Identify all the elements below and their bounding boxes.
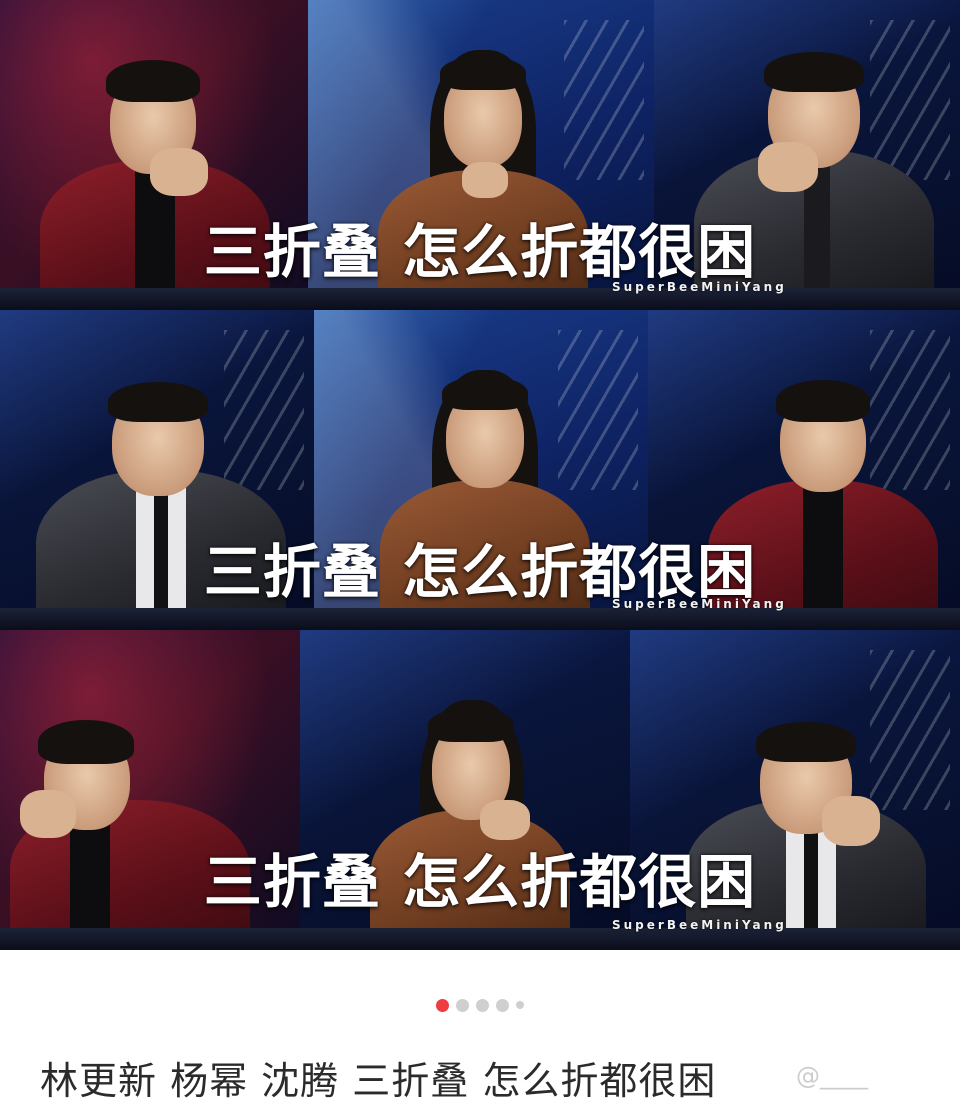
post-text: 林更新 杨幂 沈腾 三折叠 怎么折都很困 <box>40 1059 717 1101</box>
image-carousel[interactable]: 三折叠 怎么折都很困 SuperBeeMiniYang 三折叠 怎么折都很困 S… <box>0 0 960 950</box>
meme-row-3: 三折叠 怎么折都很困 SuperBeeMiniYang <box>0 630 960 950</box>
post-page: 三折叠 怎么折都很困 SuperBeeMiniYang 三折叠 怎么折都很困 S… <box>0 0 960 1101</box>
carousel-pagination <box>0 995 960 1015</box>
pagination-dot[interactable] <box>456 998 469 1012</box>
pagination-dot[interactable] <box>516 1001 524 1009</box>
pagination-dot[interactable] <box>476 998 489 1012</box>
watermark: SuperBeeMiniYang <box>612 597 787 611</box>
meme-caption: 三折叠 怎么折都很困 <box>203 848 757 916</box>
watermark: SuperBeeMiniYang <box>612 280 787 294</box>
meme-row-2: 三折叠 怎么折都很困 SuperBeeMiniYang <box>0 310 960 630</box>
pagination-dot-active[interactable] <box>436 998 449 1012</box>
meme-caption: 三折叠 怎么折都很困 <box>203 538 757 606</box>
watermark: SuperBeeMiniYang <box>612 918 787 932</box>
meme-row-1: 三折叠 怎么折都很困 SuperBeeMiniYang <box>0 0 960 310</box>
user-tag[interactable]: @____ <box>796 1062 868 1090</box>
meme-caption: 三折叠 怎么折都很困 <box>203 218 757 286</box>
pagination-dot[interactable] <box>496 998 509 1012</box>
